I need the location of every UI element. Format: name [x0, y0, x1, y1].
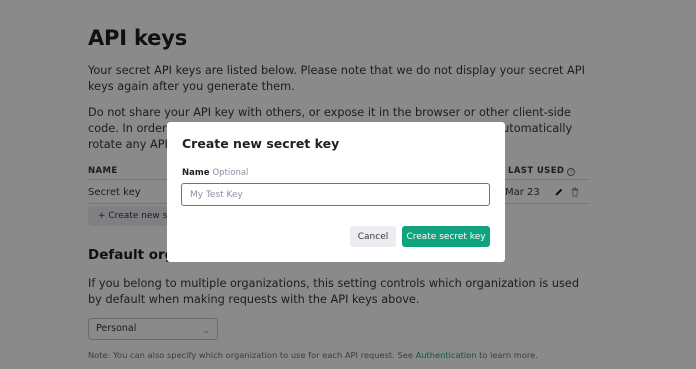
create-secret-key-dialog: Create new secret key NameOptional Cance…: [167, 122, 505, 262]
name-field-label: Name Optional: [182, 168, 248, 178]
name-label: Name: [182, 168, 210, 178]
create-secret-key-button[interactable]: Create secret key: [402, 226, 490, 247]
optional-label: Optional: [212, 168, 249, 178]
key-name-input[interactable]: [181, 183, 490, 206]
dialog-title: Create new secret key: [182, 136, 340, 151]
cancel-button[interactable]: Cancel: [350, 226, 396, 247]
